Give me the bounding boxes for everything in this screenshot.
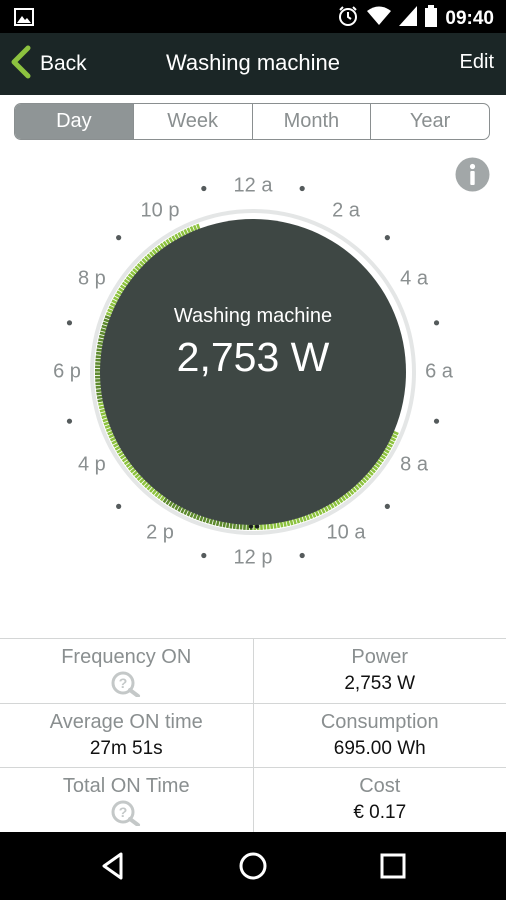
hour-label: 2 a (332, 199, 360, 222)
hour-dot (433, 418, 440, 424)
tab-year[interactable]: Year (371, 104, 489, 139)
power-reading: 2,753 W (176, 334, 330, 380)
signal-icon (399, 6, 418, 31)
hour-dot (116, 235, 122, 241)
app-bar: Back Washing machine Edit (0, 33, 506, 95)
system-nav-bar (0, 832, 506, 900)
hour-label: 6 a (425, 360, 453, 383)
help-search-icon[interactable]: ? (111, 671, 141, 702)
hour-label: 10 a (326, 521, 366, 544)
hour-dot (384, 235, 390, 241)
hour-dot (201, 185, 207, 192)
alarm-icon (337, 5, 359, 32)
frequency-cell: Frequency ON ? (0, 639, 254, 703)
recents-nav-icon[interactable] (376, 849, 410, 883)
consumption-value: 695.00 Wh (333, 737, 426, 759)
power-label: Power (351, 646, 409, 668)
hour-label: 12 p (233, 546, 273, 569)
svg-text:?: ? (119, 804, 128, 820)
dial-readout: Washing machine 2,753 W (103, 305, 403, 381)
consumption-label: Consumption (320, 710, 439, 733)
tab-month[interactable]: Month (253, 104, 372, 139)
wifi-icon (367, 6, 392, 31)
total-on-label: Total ON Time (62, 775, 190, 797)
cost-value: € 0.17 (353, 802, 407, 823)
stats-grid: Frequency ON ? Power 2,753 W Average ON … (0, 638, 506, 833)
hour-dot (384, 503, 390, 509)
power-cell: Power 2,753 W (254, 639, 506, 703)
average-on-value: 27m 51s (89, 737, 163, 759)
hour-label: 4 a (400, 267, 428, 290)
hour-label: 10 p (140, 199, 180, 222)
average-on-label: Average ON time (49, 710, 203, 733)
cost-cell: Cost € 0.17 (254, 768, 506, 833)
tab-day[interactable]: Day (15, 104, 134, 139)
hour-dot (201, 552, 207, 559)
stats-row: Total ON Time ? Cost € 0.17 (0, 768, 506, 833)
hour-dot (299, 185, 305, 192)
chevron-left-icon (8, 45, 34, 84)
status-time: 09:40 (445, 7, 494, 29)
stats-row: Frequency ON ? Power 2,753 W (0, 639, 506, 704)
svg-text:?: ? (119, 675, 128, 691)
cost-label: Cost (359, 775, 401, 797)
hour-label: 12 a (233, 174, 273, 197)
frequency-label: Frequency ON (61, 646, 192, 668)
status-bar: 09:40 (0, 0, 506, 33)
hour-label: 6 p (53, 360, 81, 383)
tab-week[interactable]: Week (134, 104, 253, 139)
home-nav-icon[interactable] (236, 849, 270, 883)
consumption-cell: Consumption 695.00 Wh (254, 704, 506, 768)
hour-dot (66, 320, 73, 326)
back-label: Back (40, 52, 87, 75)
hour-dot (299, 552, 305, 559)
period-tabs: Day Week Month Year (14, 103, 490, 140)
back-button[interactable]: Back (8, 33, 87, 95)
power-value: 2,753 W (344, 673, 416, 694)
image-notification-icon (14, 8, 34, 31)
hour-dot (66, 418, 73, 424)
stats-row: Average ON time 27m 51s Consumption 695.… (0, 703, 506, 768)
hour-dot (116, 503, 122, 509)
device-name: Washing machine (173, 305, 333, 327)
help-search-icon[interactable]: ? (111, 800, 141, 831)
hour-label: 8 p (78, 267, 106, 290)
hour-label: 8 a (400, 453, 428, 476)
back-nav-icon[interactable] (96, 849, 130, 883)
average-on-cell: Average ON time 27m 51s (0, 703, 254, 767)
hour-label: 2 p (146, 521, 174, 544)
edit-button[interactable]: Edit (460, 33, 494, 95)
hour-dot (433, 320, 440, 326)
total-on-cell: Total ON Time ? (0, 768, 254, 833)
battery-icon (425, 5, 438, 32)
hour-label: 4 p (78, 453, 106, 476)
